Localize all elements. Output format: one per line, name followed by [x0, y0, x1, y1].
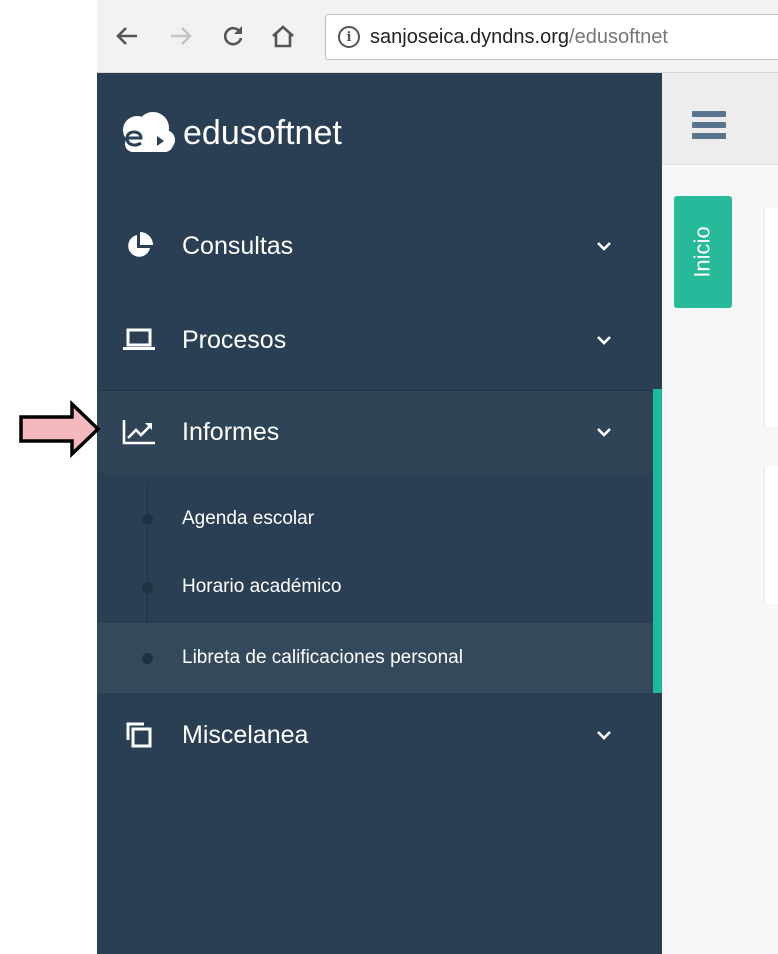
submenu-item-agenda-escolar[interactable]: Agenda escolar — [97, 485, 662, 553]
content-panel — [764, 208, 778, 426]
main-content: Inicio — [662, 166, 778, 954]
browser-toolbar: i sanjoseica.dyndns.org/edusoftnet — [97, 0, 778, 73]
home-button[interactable] — [269, 22, 297, 50]
menu-item-consultas[interactable]: Consultas — [97, 206, 662, 286]
chevron-down-icon — [597, 242, 611, 251]
chevron-down-icon — [597, 731, 611, 740]
bullet-dot-icon — [142, 652, 153, 664]
submenu-label: Horario académico — [182, 576, 342, 597]
address-bar[interactable]: i sanjoseica.dyndns.org/edusoftnet — [325, 14, 778, 60]
chevron-down-icon — [597, 336, 611, 345]
informes-submenu: Agenda escolar Horario académico Libreta… — [97, 473, 662, 695]
active-accent-bar — [653, 389, 662, 693]
menu-label-consultas: Consultas — [182, 231, 294, 260]
submenu-item-libreta-calificaciones[interactable]: Libreta de calificaciones personal — [97, 623, 662, 693]
menu-item-miscelanea[interactable]: Miscelanea — [97, 695, 662, 775]
annotation-arrow-icon — [19, 400, 101, 458]
submenu-item-horario-academico[interactable]: Horario académico — [97, 553, 662, 621]
content-panel — [764, 466, 778, 604]
brand[interactable]: edusoftnet — [115, 109, 342, 157]
line-chart-icon — [122, 415, 156, 449]
submenu-label: Agenda escolar — [182, 508, 315, 529]
info-icon[interactable]: i — [338, 26, 360, 48]
menu-item-informes[interactable]: Informes — [97, 390, 662, 474]
hamburger-menu-icon[interactable] — [692, 111, 726, 139]
bullet-dot-icon — [142, 581, 153, 593]
menu-label-procesos: Procesos — [182, 325, 287, 354]
brand-title: edusoftnet — [183, 113, 342, 152]
menu-label-miscelanea: Miscelanea — [182, 720, 309, 749]
reload-icon — [223, 26, 243, 46]
arrow-right-icon — [171, 27, 192, 45]
menu-label-informes: Informes — [182, 417, 280, 446]
forward-button[interactable] — [167, 22, 195, 50]
menu-item-procesos[interactable]: Procesos — [97, 300, 662, 380]
top-nav — [662, 73, 778, 165]
pie-chart-icon — [122, 229, 156, 263]
url-domain: sanjoseica.dyndns.org — [370, 25, 570, 48]
inicio-tab[interactable]: Inicio — [674, 196, 732, 308]
chevron-down-icon — [597, 428, 611, 437]
reload-button[interactable] — [219, 22, 247, 50]
laptop-icon — [122, 323, 156, 357]
arrow-left-icon — [116, 27, 137, 45]
inicio-tab-label: Inicio — [689, 226, 715, 278]
clone-icon — [122, 718, 156, 752]
cloud-logo-icon — [115, 110, 175, 156]
sidebar: edusoftnet Consultas Procesos Informes A… — [97, 73, 662, 954]
back-button[interactable] — [113, 22, 141, 50]
home-icon — [272, 25, 294, 48]
url-path: /edusoftnet — [569, 25, 668, 48]
bullet-dot-icon — [142, 513, 153, 525]
submenu-label: Libreta de calificaciones personal — [182, 647, 463, 668]
